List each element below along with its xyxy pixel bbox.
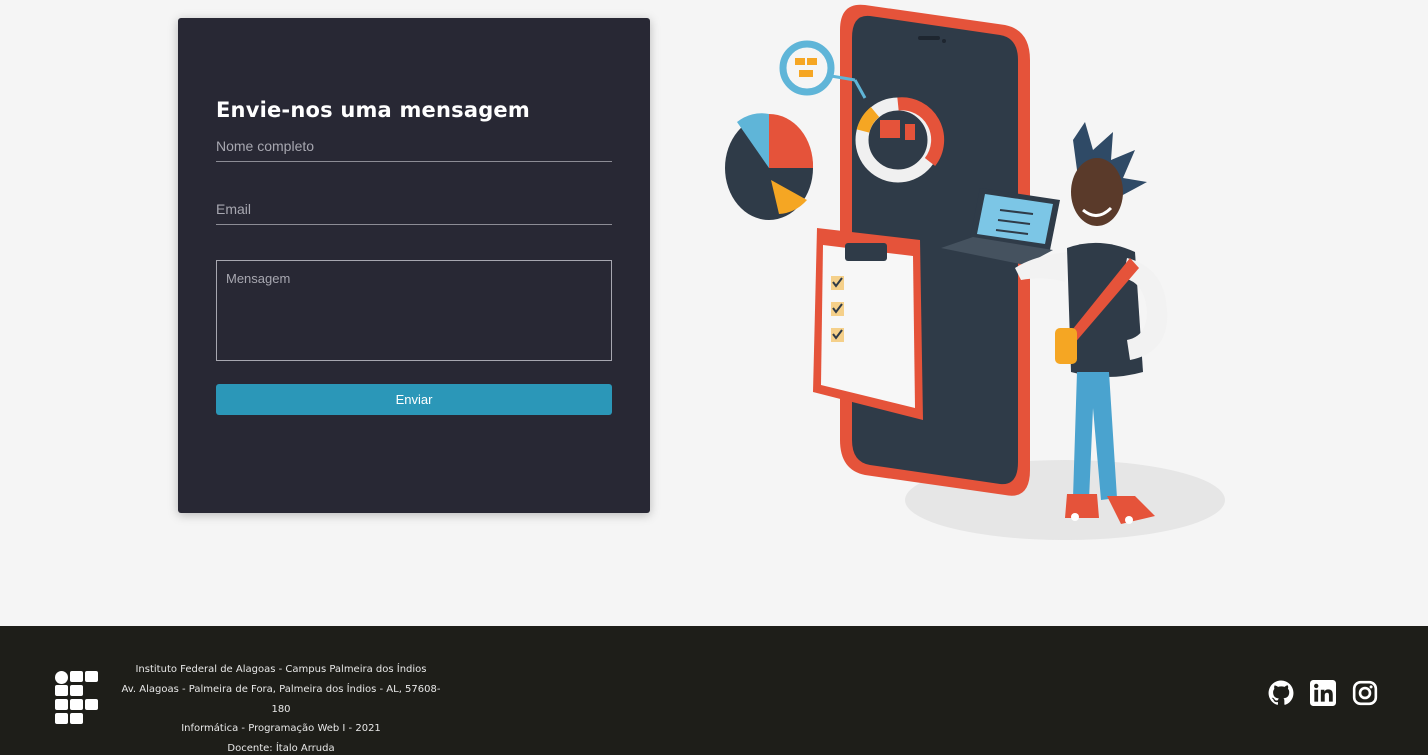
name-field [216,130,612,162]
footer-line-course: Informática - Programação Web I - 2021 [181,723,381,735]
name-input[interactable] [216,130,612,161]
footer-institution-info: Instituto Federal de Alagoas - Campus Pa… [115,660,447,755]
contact-form-card: Envie-nos uma mensagem Enviar [178,18,650,513]
linkedin-icon[interactable] [1310,680,1336,706]
github-icon[interactable] [1268,680,1294,706]
footer-line-address: Av. Alagoas - Palmeira de Fora, Palmeira… [121,683,441,715]
person-with-laptop-and-smartphone-illustration [715,0,1235,545]
email-input[interactable] [216,193,612,224]
ifal-logo-icon [55,671,99,724]
pie-chart [725,113,814,220]
email-field [216,193,612,225]
message-field [216,260,612,361]
footer-line-teacher: Docente: Ítalo Arruda [227,743,335,755]
footer-line-institution: Instituto Federal de Alagoas - Campus Pa… [135,664,427,675]
instagram-icon[interactable] [1352,680,1378,706]
footer: Instituto Federal de Alagoas - Campus Pa… [0,626,1428,755]
form-title: Envie-nos uma mensagem [216,98,530,122]
message-textarea[interactable] [226,271,602,350]
clipboard-checklist [813,228,923,420]
submit-button[interactable]: Enviar [216,384,612,415]
